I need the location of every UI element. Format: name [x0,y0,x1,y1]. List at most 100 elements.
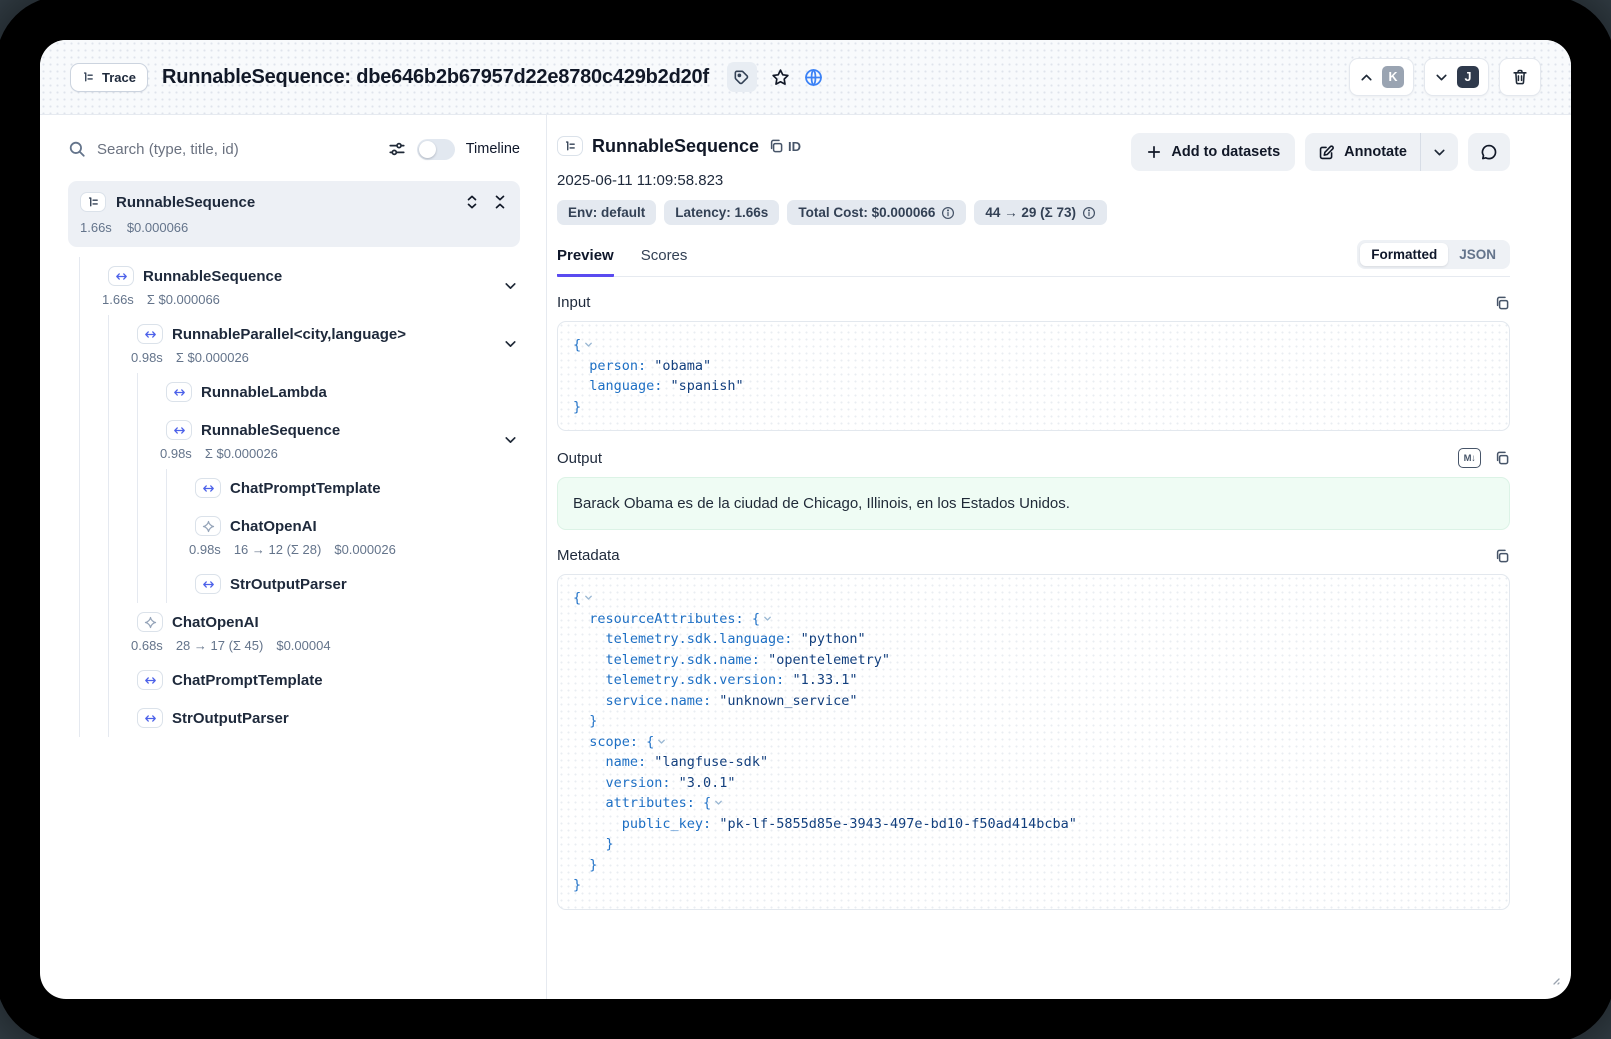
tree-indent-guide [108,565,137,603]
input-json-block: {person: "obama"language: "spanish"} [557,321,1510,431]
output-section-header: Output M↓ [557,448,1510,468]
comments-button[interactable] [1468,133,1510,171]
trace-icon-pill [557,136,583,156]
copy-icon[interactable] [1494,548,1510,564]
tree-indent-guide [137,469,166,507]
tree-row-line: ChatPromptTemplate [137,669,520,691]
output-text-box: Barack Obama es de la ciudad de Chicago,… [557,477,1510,530]
format-formatted-option[interactable]: Formatted [1360,243,1448,266]
expand-all-icon[interactable] [464,194,480,210]
copy-icon[interactable] [1494,450,1510,466]
json-key: scope: [589,734,646,750]
format-toggle: Formatted JSON [1357,240,1510,269]
json-brace: } [573,399,581,415]
tree-row[interactable]: StrOutputParser [79,699,520,737]
toggle-knob [419,141,436,158]
copy-id-button[interactable]: ID [768,138,801,154]
tag-button[interactable] [727,62,757,92]
metric-badge-label: Latency: 1.66s [675,205,768,220]
timeline-toggle[interactable] [417,139,455,160]
chevron-down-icon[interactable] [503,433,518,448]
metadata-section: Metadata {resourceAttributes: {telemetry… [557,547,1510,910]
tree-row[interactable]: RunnableSequence1.66sΣ $0.000066 [79,257,520,315]
tree-row[interactable]: ChatPromptTemplate [79,469,520,507]
observation-header: RunnableSequence ID 2025-06-11 11:09:58.… [557,133,1510,225]
resize-handle[interactable] [1550,972,1560,990]
tree-row-body: ChatOpenAI0.68s28 → 17 (Σ 45)$0.00004 [137,603,520,661]
tree-row-body: StrOutputParser [137,699,520,737]
trace-tree-icon [82,71,95,84]
tree-row[interactable]: RunnableSequence0.98sΣ $0.000026 [79,411,520,469]
tree-row-body: RunnableSequence0.98sΣ $0.000026 [166,411,520,469]
tree-row-line: RunnableParallel<city,language> [137,323,520,345]
metric-badge: Env: default [557,200,656,225]
chevron-down-icon[interactable] [503,337,518,352]
tree-indent-guide [79,565,108,603]
tree-row[interactable]: RunnableParallel<city,language>0.98sΣ $0… [79,315,520,373]
chevron-down-icon[interactable] [583,339,594,350]
trace-root-row[interactable]: RunnableSequence 1.66s $0.000066 [68,181,520,247]
copy-icon[interactable] [1494,295,1510,311]
json-key: language: [589,378,670,394]
json-brace: { [703,795,711,811]
tree-row[interactable]: RunnableLambda [79,373,520,411]
nav-previous-button[interactable]: K [1349,58,1414,96]
json-key: telemetry.sdk.version: [606,672,793,688]
tree-row[interactable]: ChatOpenAI0.98s16 → 12 (Σ 28)$0.000026 [79,507,520,565]
tab-scores[interactable]: Scores [641,247,688,277]
metadata-section-icons [1494,548,1510,564]
chevron-down-icon[interactable] [713,797,724,808]
span-icon-pill [108,266,134,286]
tree-row-line: ChatPromptTemplate [195,477,520,499]
chevron-down-icon[interactable] [656,736,667,747]
span-icon-pill [166,382,192,402]
content-area: Timeline RunnableSequence 1.66s $0.00006… [40,115,1571,999]
tree-row[interactable]: StrOutputParser [79,565,520,603]
markdown-toggle-icon[interactable]: M↓ [1458,448,1481,468]
stat-value: 0.98s [189,542,221,557]
tree-indent-guide [79,699,108,737]
tab-preview[interactable]: Preview [557,247,614,277]
search-icon [68,140,86,158]
json-line: person: "obama" [573,356,1494,377]
add-to-datasets-button[interactable]: Add to datasets [1131,133,1295,171]
json-brace: } [573,877,581,893]
bookmark-star-icon[interactable] [771,68,790,87]
tree-indent-guide [166,469,195,507]
json-brace: { [573,590,581,606]
span-icon-pill [195,478,221,498]
json-line: { [573,588,1494,609]
filter-sliders-icon[interactable] [388,140,406,158]
annotate-label: Annotate [1344,144,1407,160]
format-json-option[interactable]: JSON [1448,243,1507,266]
delete-trace-button[interactable] [1499,58,1541,96]
json-key: version: [606,775,679,791]
nav-next-button[interactable]: J [1424,58,1489,96]
chevron-down-icon[interactable] [503,279,518,294]
tree-row[interactable]: ChatOpenAI0.68s28 → 17 (Σ 45)$0.00004 [79,603,520,661]
json-value: "spanish" [671,378,744,394]
annotate-button[interactable]: Annotate [1305,133,1420,171]
input-section-header: Input [557,294,1510,311]
json-line: { [573,335,1494,356]
metadata-section-header: Metadata [557,547,1510,564]
chevron-down-icon[interactable] [583,592,594,603]
json-value: "unknown_service" [719,693,857,709]
annotate-dropdown-button[interactable] [1421,133,1458,171]
search-input[interactable] [97,141,377,158]
tree-row[interactable]: ChatPromptTemplate [79,661,520,699]
json-value: "python" [801,631,866,647]
json-key: service.name: [606,693,720,709]
public-globe-icon[interactable] [804,68,823,87]
span-icon-pill [137,708,163,728]
trace-duration: 1.66s [80,220,112,235]
metric-badge-row: Env: defaultLatency: 1.66sTotal Cost: $0… [557,200,1107,225]
trace-cost: $0.000066 [127,220,188,235]
collapse-all-icon[interactable] [492,194,508,210]
tree-indent-guide [108,699,137,737]
stat-value: 0.98s [160,446,192,461]
info-icon[interactable] [1082,206,1096,220]
info-icon[interactable] [941,206,955,220]
chevron-down-icon[interactable] [762,613,773,624]
tree-indent-guide [108,661,137,699]
